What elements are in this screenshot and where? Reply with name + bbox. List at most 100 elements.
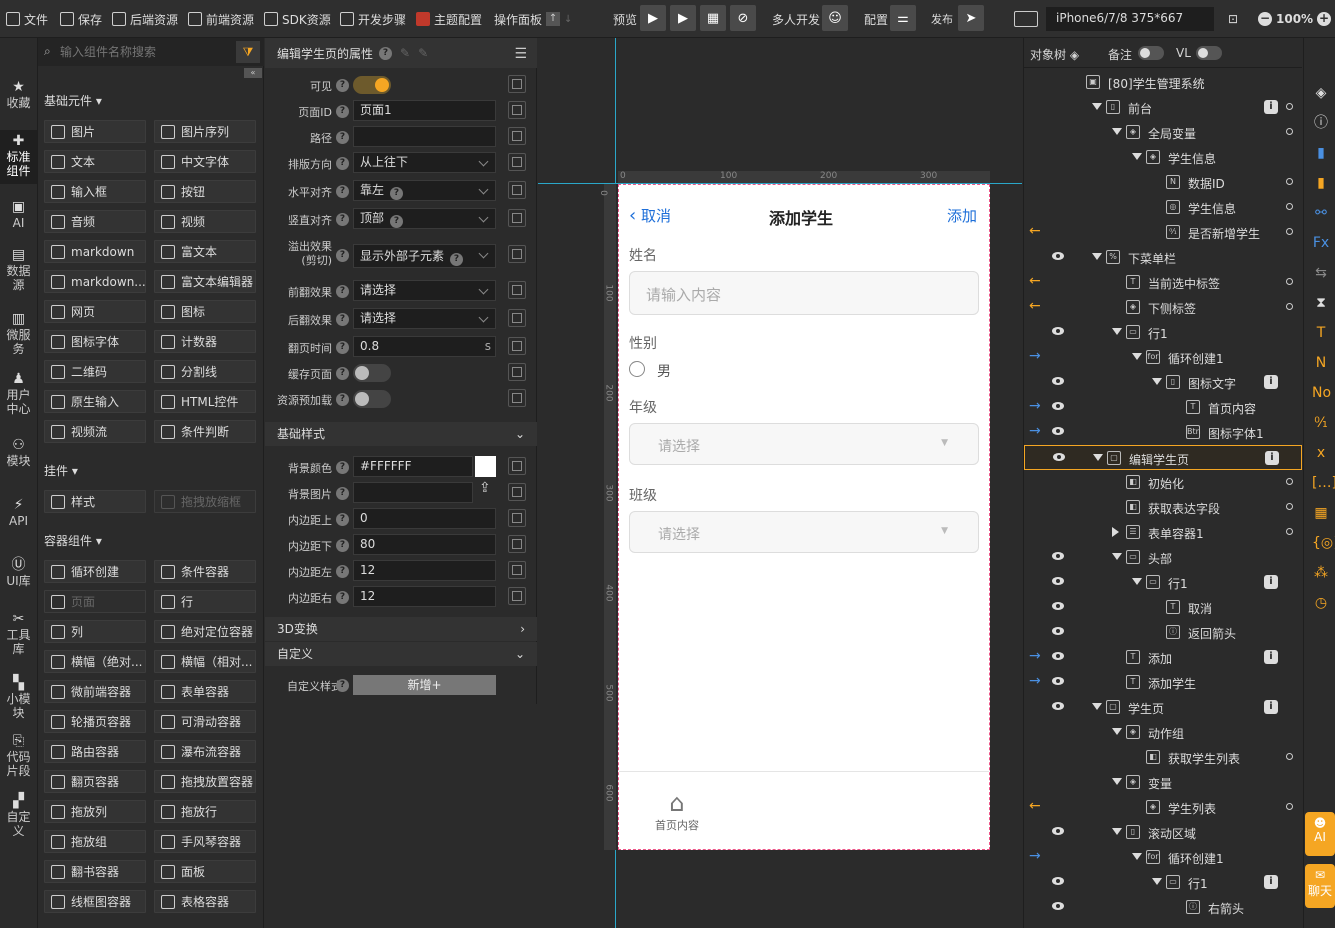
copy-icon[interactable] — [508, 209, 526, 227]
comp-item[interactable]: 富文本编辑器 — [154, 270, 256, 293]
visibility-icon[interactable] — [1052, 877, 1064, 885]
toggle-switch[interactable] — [353, 364, 391, 382]
collapse-arrow-icon[interactable] — [1112, 728, 1122, 735]
visibility-icon[interactable] — [1052, 627, 1064, 635]
info-icon[interactable]: i — [1264, 100, 1278, 114]
menu-icon[interactable]: ☰ — [514, 46, 527, 62]
visibility-icon[interactable] — [1052, 427, 1064, 435]
visibility-icon[interactable] — [1052, 652, 1064, 660]
collapse-arrow-icon[interactable] — [1112, 328, 1122, 335]
comp-item[interactable]: HTML控件 — [154, 390, 256, 413]
tree-node[interactable]: ◧ 获取学生列表 — [1024, 745, 1302, 770]
help-icon[interactable]: ? — [336, 213, 349, 226]
comp-item[interactable]: 线框图容器 — [44, 890, 146, 913]
vl-toggle[interactable] — [1196, 46, 1222, 60]
device-select[interactable]: iPhone6/7/8 375*667 — [1046, 7, 1214, 31]
comp-item[interactable]: 路由容器 — [44, 740, 146, 763]
color-swatch[interactable] — [475, 456, 496, 477]
tree-type-icon[interactable]: ⁂ — [1312, 564, 1330, 582]
swap-icon[interactable]: ⇆ — [1312, 264, 1330, 282]
prop-input[interactable]: 页面1 — [353, 100, 496, 121]
comp-item[interactable]: markdown — [44, 240, 146, 263]
collapse-icon[interactable]: « — [244, 68, 262, 78]
timer-icon[interactable]: ⧗ — [1312, 294, 1330, 312]
collapse-arrow-icon[interactable] — [1152, 378, 1162, 385]
tree-node[interactable]: N 数据ID — [1024, 170, 1302, 195]
prop-input[interactable]: 12 — [353, 586, 496, 607]
tree-node[interactable]: for 循环创建1 → — [1024, 845, 1302, 870]
comp-item[interactable]: 微前端容器 — [44, 680, 146, 703]
help-icon[interactable]: ? — [379, 46, 393, 60]
help-icon[interactable]: ? — [336, 157, 349, 170]
tree-node[interactable]: ▯ 滚动区域 — [1024, 820, 1302, 845]
prop-input[interactable]: 80 — [353, 534, 496, 555]
section-container[interactable]: 容器组件 ▾ — [44, 532, 102, 549]
tree-node[interactable]: ◎ 学生信息 — [1024, 195, 1302, 220]
comp-item[interactable]: 横幅（相对... — [154, 650, 256, 673]
object-icon[interactable]: {◎} — [1312, 534, 1335, 552]
operation-panel[interactable]: 操作面板 ↑ ↓ — [494, 0, 572, 38]
visibility-icon[interactable] — [1052, 827, 1064, 835]
tree-node[interactable]: for 循环创建1 → — [1024, 345, 1302, 370]
visibility-icon[interactable] — [1052, 252, 1064, 260]
comp-item[interactable]: 行 — [154, 590, 256, 613]
nav-user-center[interactable]: ♟ 用户中心 — [0, 372, 37, 416]
prop-input[interactable]: 0.8 s — [353, 336, 496, 357]
nav-ui-library[interactable]: Ⓤ UI库 — [0, 558, 37, 588]
search-input[interactable] — [60, 41, 232, 63]
help-icon[interactable]: ? — [336, 513, 349, 526]
comp-item[interactable]: markdown... — [44, 270, 146, 293]
copy-icon[interactable] — [508, 535, 526, 553]
user-icon[interactable]: ☺ — [822, 5, 848, 31]
number-type-icon[interactable]: N — [1312, 354, 1330, 372]
prop-input[interactable] — [353, 482, 473, 503]
comp-item[interactable]: 手风琴容器 — [154, 830, 256, 853]
boolean-type-icon[interactable]: ⁰⁄₁ — [1312, 414, 1330, 432]
comp-item[interactable]: 绝对定位容器 — [154, 620, 256, 643]
help-icon[interactable]: ? — [336, 591, 349, 604]
comp-item[interactable]: 中文字体 — [154, 150, 256, 173]
help-icon[interactable]: ? — [390, 187, 404, 200]
copy-icon[interactable] — [508, 483, 526, 501]
arrow-down-icon[interactable]: ↓ — [564, 14, 572, 25]
info-icon[interactable]: i — [1264, 375, 1278, 389]
collapse-arrow-icon[interactable] — [1132, 353, 1142, 360]
upload-icon[interactable]: ⇪ — [479, 480, 491, 496]
visibility-icon[interactable] — [1052, 677, 1064, 685]
nav-small-modules[interactable]: ▚ 小模块 — [0, 676, 37, 720]
collapse-arrow-icon[interactable] — [1092, 703, 1102, 710]
info-icon[interactable]: i — [1264, 650, 1278, 664]
nav-ai[interactable]: ▣ AI — [0, 200, 37, 230]
prop-input[interactable] — [353, 126, 496, 147]
comp-item[interactable]: 条件判断 — [154, 420, 256, 443]
nav-tools[interactable]: ✂ 工具库 — [0, 612, 37, 656]
info-icon[interactable]: i — [1264, 700, 1278, 714]
help-icon[interactable]: ? — [336, 461, 349, 474]
nav-code-snippets[interactable]: ⎘ 代码片段 — [0, 734, 37, 778]
prop-select[interactable]: 从上往下 — [353, 152, 496, 173]
comp-item[interactable]: 横幅（绝对... — [44, 650, 146, 673]
help-icon[interactable]: ? — [336, 131, 349, 144]
tree-node[interactable]: ◧ 获取表达字段 — [1024, 495, 1302, 520]
copy-icon[interactable] — [508, 75, 526, 93]
help-icon[interactable]: ? — [336, 679, 349, 692]
nav-standard[interactable]: ✚ 标准组件 — [0, 130, 37, 184]
comp-item[interactable]: 轮播页容器 — [44, 710, 146, 733]
visibility-icon[interactable] — [1052, 902, 1064, 910]
add-custom-style-button[interactable]: 新增+ — [353, 675, 496, 695]
theme-config[interactable]: 主题配置 — [416, 0, 482, 38]
comp-style[interactable]: 样式 — [44, 490, 146, 513]
tree-node[interactable]: T 添加 → i — [1024, 645, 1302, 670]
tab-objects[interactable]: 对象树 ◈ — [1030, 46, 1079, 63]
comp-item[interactable]: 表格容器 — [154, 890, 256, 913]
copy-icon[interactable] — [508, 561, 526, 579]
help-icon[interactable]: ? — [450, 253, 464, 266]
variable-icon[interactable]: x — [1312, 444, 1330, 462]
send-icon[interactable]: ➤ — [958, 5, 984, 31]
tree-node[interactable]: ▭ 行1 — [1024, 320, 1302, 345]
copy-icon[interactable] — [508, 363, 526, 381]
transform3d-section[interactable]: 3D变换 › — [265, 617, 537, 641]
comp-item[interactable]: 瀑布流容器 — [154, 740, 256, 763]
debug-off-icon[interactable]: ⊘ — [730, 5, 756, 31]
info-icon[interactable]: i — [1265, 451, 1279, 465]
